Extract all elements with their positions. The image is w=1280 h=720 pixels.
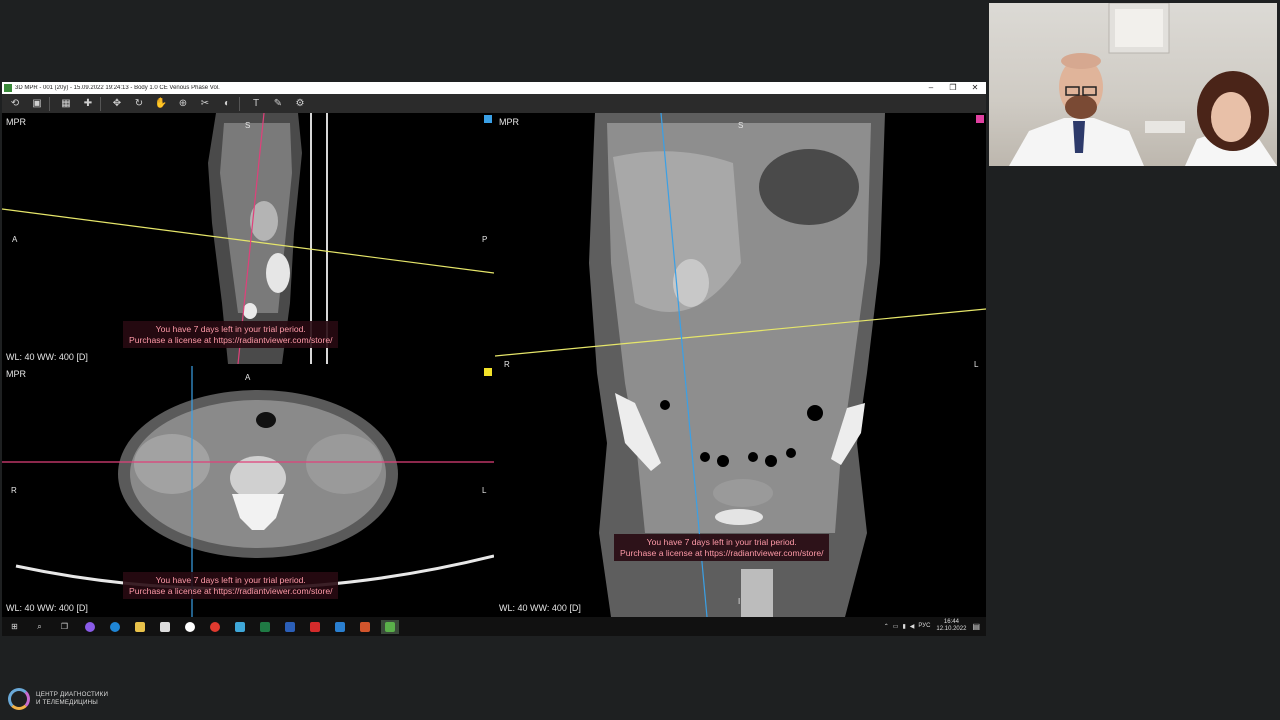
toolbar: ⟲ ▣ ▦ ✚ ✥ ↻ ✋ ⊕ ✂ ◐ T ✎ ⚙ bbox=[2, 94, 986, 113]
text-icon[interactable]: T bbox=[247, 97, 265, 111]
display-icon[interactable]: ▭ bbox=[893, 623, 899, 630]
channel-logo: ЦЕНТР ДИАГНОСТИКИ И ТЕЛЕМЕДИЦИНЫ bbox=[8, 688, 108, 710]
viewport-color-marker bbox=[976, 115, 984, 123]
orientation-right: P bbox=[482, 235, 488, 244]
reset-icon[interactable]: ⟲ bbox=[6, 97, 24, 111]
zoom-icon[interactable]: ⊕ bbox=[174, 97, 192, 111]
orientation-right: L bbox=[482, 486, 487, 495]
hand-icon[interactable]: ✋ bbox=[152, 97, 170, 111]
start-icon[interactable]: ⊞ bbox=[6, 620, 24, 634]
annotate-icon[interactable]: ✎ bbox=[269, 97, 287, 111]
app-browser-icon[interactable] bbox=[81, 620, 99, 634]
system-tray: ⌃ ▭ ▮ ◀ РУС 16:44 12.10.2022 ▤ bbox=[884, 619, 980, 633]
save-icon[interactable]: ▣ bbox=[28, 97, 46, 111]
clock-date: 12.10.2022 bbox=[936, 626, 967, 632]
toolbar-separator bbox=[49, 96, 50, 111]
viewport-color-marker bbox=[484, 115, 492, 123]
toolbar-separator bbox=[239, 96, 240, 111]
logo-line-1: ЦЕНТР ДИАГНОСТИКИ bbox=[36, 691, 109, 698]
trial-line-2: Purchase a license at https://radiantvie… bbox=[129, 585, 333, 596]
excel-icon[interactable] bbox=[256, 620, 274, 634]
orientation-left: R bbox=[504, 360, 510, 369]
coronal-viewport[interactable]: MPR S R L I You have 7 days left in your… bbox=[495, 113, 986, 617]
trial-line-2: Purchase a license at https://radiantvie… bbox=[620, 547, 824, 558]
close-button[interactable]: ✕ bbox=[964, 82, 986, 94]
minimize-button[interactable]: – bbox=[920, 82, 942, 94]
logo-text: ЦЕНТР ДИАГНОСТИКИ И ТЕЛЕМЕДИЦИНЫ bbox=[36, 691, 108, 707]
viewport-label: MPR bbox=[499, 117, 519, 127]
radiant-mpr-window: 3D MPR - 001 (20y) - 15.09.2022 19:24:13… bbox=[2, 82, 986, 635]
mail-icon[interactable] bbox=[156, 620, 174, 634]
language-indicator[interactable]: РУС bbox=[918, 623, 930, 629]
sagittal-viewport[interactable]: MPR S A P You have 7 days left in your t… bbox=[2, 113, 494, 364]
layout-icon[interactable]: ▦ bbox=[57, 97, 75, 111]
logo-line-2: И ТЕЛЕМЕДИЦИНЫ bbox=[36, 699, 98, 706]
viewport-label: MPR bbox=[6, 369, 26, 379]
logo-ring-icon bbox=[8, 688, 30, 710]
yandex-browser-icon[interactable] bbox=[206, 620, 224, 634]
task-view-icon[interactable]: ❐ bbox=[56, 620, 74, 634]
trial-notice: You have 7 days left in your trial perio… bbox=[123, 572, 339, 599]
edge-icon[interactable] bbox=[106, 620, 124, 634]
chat-icon[interactable] bbox=[231, 620, 249, 634]
search-icon[interactable]: ⌕ bbox=[31, 620, 49, 634]
battery-icon[interactable]: ▮ bbox=[902, 623, 905, 630]
window-level-readout: WL: 40 WW: 400 [D] bbox=[499, 603, 581, 613]
orientation-top: A bbox=[245, 373, 251, 382]
contrast-icon[interactable]: ◐ bbox=[218, 97, 236, 111]
toolbar-separator bbox=[100, 96, 101, 111]
maximize-button[interactable]: ❐ bbox=[942, 82, 964, 94]
trial-line-1: You have 7 days left in your trial perio… bbox=[155, 324, 306, 334]
trial-line-1: You have 7 days left in your trial perio… bbox=[155, 575, 306, 585]
trial-notice: You have 7 days left in your trial perio… bbox=[614, 534, 830, 561]
orientation-top: S bbox=[738, 121, 744, 130]
orientation-right: L bbox=[974, 360, 979, 369]
viewport-label: MPR bbox=[6, 117, 26, 127]
network-app-icon[interactable] bbox=[331, 620, 349, 634]
word-icon[interactable] bbox=[281, 620, 299, 634]
clock[interactable]: 16:44 12.10.2022 bbox=[936, 619, 966, 633]
powerpoint-icon[interactable] bbox=[356, 620, 374, 634]
orientation-top: S bbox=[245, 121, 251, 130]
yandex-icon[interactable] bbox=[181, 620, 199, 634]
trial-notice: You have 7 days left in your trial perio… bbox=[123, 321, 339, 348]
window-level-readout: WL: 40 WW: 400 [D] bbox=[6, 603, 88, 613]
radiant-icon[interactable] bbox=[380, 619, 399, 634]
taskbar: ⊞ ⌕ ❐ ⌃ ▭ ▮ ◀ РУС 16:44 12.10.2022 ▤ bbox=[2, 617, 986, 636]
pan-icon[interactable]: ✥ bbox=[108, 97, 126, 111]
window-level-readout: WL: 40 WW: 400 [D] bbox=[6, 352, 88, 362]
window-title: 3D MPR - 001 (20y) - 15.09.2022 19:24:13… bbox=[15, 85, 220, 91]
orientation-bottom: I bbox=[738, 597, 741, 606]
participants-image bbox=[1009, 3, 1277, 166]
orientation-left: A bbox=[12, 235, 18, 244]
video-call-feed bbox=[989, 3, 1277, 166]
volume-icon[interactable]: ◀ bbox=[910, 623, 915, 630]
chevron-up-icon[interactable]: ⌃ bbox=[884, 623, 889, 630]
settings-icon[interactable]: ⚙ bbox=[291, 97, 309, 111]
acrobat-icon[interactable] bbox=[306, 620, 324, 634]
app-icon bbox=[4, 84, 12, 92]
viewport-color-marker bbox=[484, 368, 492, 376]
axial-viewport[interactable]: MPR A R L You have 7 days left in your t… bbox=[2, 366, 494, 617]
trial-line-1: You have 7 days left in your trial perio… bbox=[646, 537, 797, 547]
scissors-icon[interactable]: ✂ bbox=[196, 97, 214, 111]
clock-time: 16:44 bbox=[943, 619, 959, 625]
title-bar: 3D MPR - 001 (20y) - 15.09.2022 19:24:13… bbox=[2, 82, 986, 94]
rotate-icon[interactable]: ↻ bbox=[130, 97, 148, 111]
crosshair-icon[interactable]: ✚ bbox=[79, 97, 97, 111]
orientation-left: R bbox=[11, 486, 17, 495]
folder-icon[interactable] bbox=[131, 620, 149, 634]
trial-line-2: Purchase a license at https://radiantvie… bbox=[129, 334, 333, 345]
notification-icon[interactable]: ▤ bbox=[972, 622, 980, 631]
